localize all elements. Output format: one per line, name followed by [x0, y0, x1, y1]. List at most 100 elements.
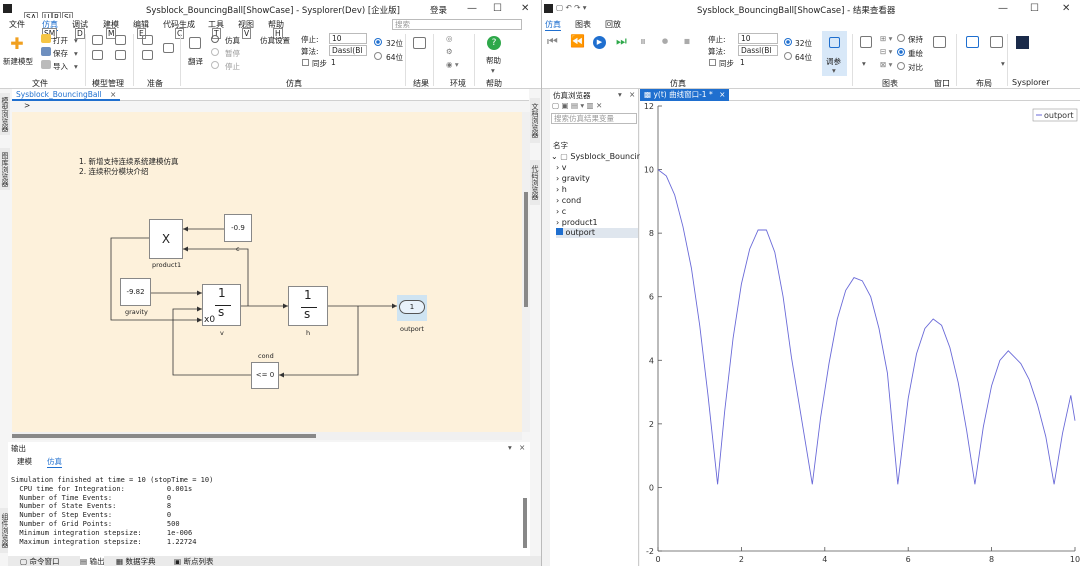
step-back-icon[interactable]: ⏪ [570, 34, 585, 48]
maximize-icon[interactable]: ☐ [493, 3, 502, 14]
help-icon[interactable]: ? [487, 36, 501, 50]
tab-command-window[interactable]: ▢ 命令窗口 [20, 556, 59, 566]
quick-access-icon[interactable]: ▢ ↶ ↷ ▾ [556, 3, 587, 12]
menu-simulation[interactable]: 仿真 [545, 19, 561, 31]
cond-block[interactable]: <= 0 [251, 362, 279, 389]
model-canvas[interactable]: 1. 新增支持连续系统建模仿真 2. 连续积分模块介绍 X product1 -… [12, 112, 522, 432]
stop-time-input[interactable]: 10 [329, 33, 367, 44]
bit64-radio[interactable] [784, 52, 792, 60]
bit32-radio[interactable] [784, 38, 792, 46]
bit32-radio[interactable] [374, 38, 382, 46]
tree-item-selected[interactable]: outport [556, 228, 638, 238]
dropdown-arrow-icon[interactable]: ▾ [74, 49, 78, 58]
chart-icon[interactable] [860, 36, 872, 48]
chart-tool-icon[interactable]: ⊠ ▾ [880, 60, 892, 69]
tree-item[interactable]: › h [556, 185, 567, 194]
record-icon[interactable]: ⏺ [662, 34, 668, 49]
sysplorer-icon[interactable] [1016, 36, 1029, 49]
model-icon[interactable] [92, 35, 103, 45]
rewind-icon[interactable]: ⏮ [547, 34, 558, 49]
check-icon[interactable] [142, 35, 153, 45]
tree-item[interactable]: › v [556, 163, 566, 172]
image-icon[interactable] [933, 36, 946, 48]
dropdown-arrow-icon[interactable]: ▾ [1001, 59, 1005, 68]
close-icon[interactable]: × [719, 90, 725, 99]
output-tab-modeling[interactable]: 建模 [17, 456, 32, 467]
check-icon[interactable] [142, 50, 153, 60]
output-vscroll[interactable] [523, 498, 527, 548]
check-icon[interactable] [163, 43, 174, 53]
canvas-hscroll[interactable] [12, 432, 522, 440]
tab-breakpoints[interactable]: ▣ 断点列表 [174, 556, 213, 566]
compare-radio[interactable] [897, 62, 905, 70]
algorithm-select[interactable]: Dassl(Bl [329, 45, 367, 56]
environment-icon[interactable]: ◉ ▾ [446, 60, 459, 69]
play-icon[interactable]: ▶ [593, 36, 606, 49]
integrator-h-block[interactable]: 1 s [288, 286, 328, 326]
pause-button[interactable]: 暂停 [225, 48, 240, 59]
bit64-radio[interactable] [374, 52, 382, 60]
tree-root[interactable]: ⌄ ▢ Sysblock_BouncingB [551, 152, 652, 161]
tree-item[interactable]: › product1 [556, 218, 598, 227]
stop-icon[interactable]: ⏹ [684, 34, 690, 49]
chart-tool-icon[interactable]: ⊞ ▾ [880, 34, 892, 43]
environment-icon[interactable]: ⚙ [446, 47, 453, 56]
login-link[interactable]: 登录 [430, 4, 447, 16]
plot-area[interactable]: -2 0 2 4 6 8 10 12 0 2 4 6 8 10 outport [640, 101, 1080, 566]
canvas-vscroll[interactable] [522, 112, 530, 432]
product-block[interactable]: X [149, 219, 183, 259]
menu-chart[interactable]: 图表 [575, 19, 591, 30]
constant-c-block[interactable]: -0.9 [224, 214, 252, 242]
stop-button[interactable]: 停止 [225, 61, 240, 72]
window-icon[interactable] [966, 36, 979, 48]
sync-checkbox[interactable] [709, 59, 716, 66]
library-browser-tab[interactable]: 图库浏览器 [0, 148, 10, 190]
open-button[interactable]: 打开 [53, 35, 68, 46]
menu-file[interactable]: 文件 [9, 19, 25, 30]
save-button[interactable]: 保存 [53, 48, 68, 59]
model-icon[interactable] [115, 35, 126, 45]
tree-item[interactable]: › gravity [556, 174, 590, 183]
close-icon[interactable]: × [629, 90, 635, 99]
import-button[interactable]: 导入 [53, 61, 68, 72]
browser-toolbar-icons[interactable]: ▢ ▣ ▤ ▾ ▥ ✕ [552, 101, 602, 110]
model-icon[interactable] [115, 50, 126, 60]
close-icon[interactable]: ✕ [1062, 3, 1070, 14]
help-button[interactable]: 帮助 [486, 55, 501, 66]
maximize-icon[interactable]: ☐ [1030, 3, 1039, 14]
dropdown-arrow-icon[interactable]: ▾ [74, 36, 78, 45]
sync-checkbox[interactable] [302, 59, 309, 66]
menu-playback[interactable]: 回放 [605, 19, 621, 30]
expand-icon[interactable]: ⌄ [551, 152, 558, 161]
tune-button[interactable]: 调参 ▾ [822, 31, 847, 76]
dropdown-arrow-icon[interactable]: ▾ [618, 90, 622, 99]
tree-item[interactable]: › c [556, 207, 566, 216]
layout-icon[interactable] [990, 36, 1003, 48]
search-input[interactable]: 搜索 [392, 19, 522, 30]
redraw-radio[interactable] [897, 48, 905, 56]
dropdown-arrow-icon[interactable]: ▾ [862, 59, 866, 68]
step-forward-icon[interactable]: ⏭ [616, 34, 627, 49]
keep-radio[interactable] [897, 34, 905, 42]
output-tab-simulation[interactable]: 仿真 [47, 456, 62, 468]
simulate-button[interactable]: 仿真 [225, 35, 240, 46]
close-icon[interactable]: × [110, 90, 116, 99]
pause-icon[interactable]: ⏸ [640, 34, 646, 49]
plot-tab[interactable]: ▩ y(t) 曲线窗口-1 * × [640, 89, 730, 101]
model-icon[interactable] [92, 50, 103, 60]
chart-tool-icon[interactable]: ⊟ ▾ [880, 47, 892, 56]
dropdown-arrow-icon[interactable]: ▾ [491, 66, 495, 75]
result-chart-icon[interactable] [413, 37, 426, 49]
checkbox-checked-icon[interactable] [556, 228, 563, 235]
doc-browser-tab[interactable]: 文档浏览器 [530, 98, 540, 143]
dropdown-arrow-icon[interactable]: ▾ [508, 443, 512, 452]
model-browser-tab[interactable]: 模型浏览器 [0, 93, 10, 135]
stop-time-input[interactable]: 10 [738, 33, 778, 44]
doc-tab[interactable]: Sysblock_BouncingBall × [12, 89, 121, 101]
tab-output[interactable]: ▤ 输出 [80, 556, 105, 566]
scroll-thumb[interactable] [524, 192, 528, 307]
close-icon[interactable]: × [519, 443, 525, 452]
minimize-icon[interactable]: — [998, 3, 1008, 14]
scroll-thumb[interactable] [12, 434, 316, 438]
environment-icon[interactable]: ◎ [446, 34, 453, 43]
